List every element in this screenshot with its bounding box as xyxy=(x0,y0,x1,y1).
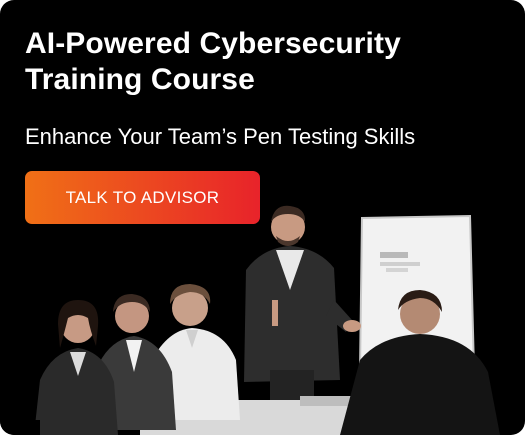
course-banner: AI-Powered Cybersecurity Training Course… xyxy=(0,0,525,435)
talk-to-advisor-button[interactable]: TALK TO ADVISOR xyxy=(25,171,260,224)
course-title: AI-Powered Cybersecurity Training Course xyxy=(25,27,401,96)
course-subtitle: Enhance Your Team’s Pen Testing Skills xyxy=(25,124,416,149)
trainee-left-figure xyxy=(34,300,118,435)
